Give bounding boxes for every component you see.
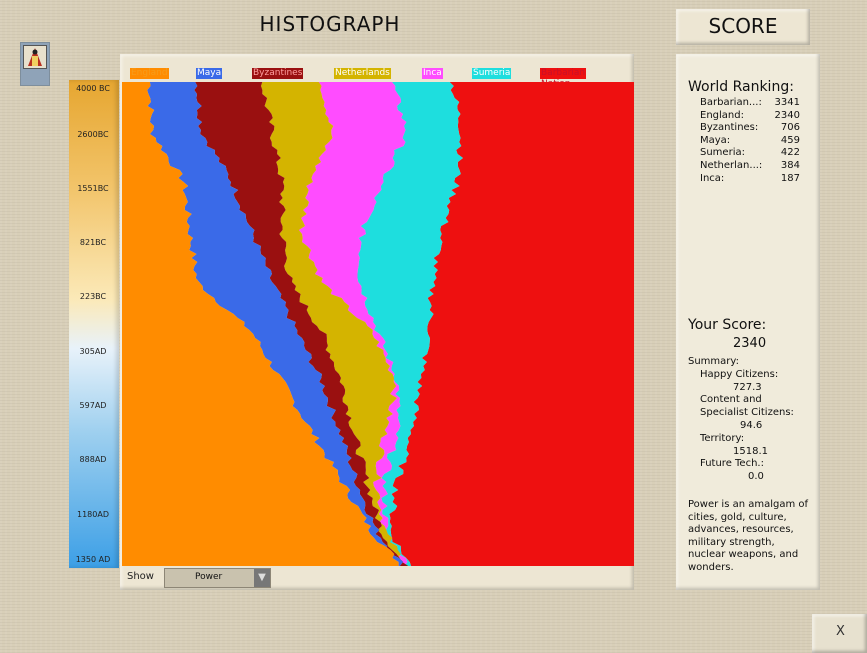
- happy-value: 727.3: [733, 382, 762, 393]
- legend-entry: Netherlands: [334, 68, 391, 79]
- ranking-name: Sumeria:: [700, 147, 745, 159]
- summary-label: Summary:: [688, 356, 739, 367]
- power-description: Power is an amalgam of cities, gold, cul…: [688, 499, 809, 573]
- ranking-name: Inca:: [700, 172, 725, 184]
- histograph-chart: [122, 82, 634, 566]
- ranking-value: 187: [780, 172, 800, 184]
- show-dropdown-value: Power: [195, 572, 223, 582]
- timeline-tick: 1551BC: [77, 184, 109, 193]
- territory-value: 1518.1: [733, 446, 768, 457]
- future-tech-label: Future Tech.:: [700, 458, 764, 469]
- your-score-value: 2340: [733, 336, 767, 351]
- legend-entry: England: [130, 68, 169, 79]
- legend-entry: Byzantines: [252, 68, 304, 79]
- future-tech-value: 0.0: [748, 471, 764, 482]
- timeline-bar: 4000 BC 2600BC 1551BC 821BC 223BC 305AD 597AD 8…: [69, 80, 119, 568]
- ranking-row: Netherlan...: 384: [700, 160, 800, 173]
- advisor-icon[interactable]: [20, 42, 50, 86]
- timeline-tick: 1180AD: [77, 510, 109, 519]
- world-ranking-title: World Ranking:: [688, 79, 794, 95]
- ranking-value: 459: [780, 134, 800, 146]
- ranking-row: Inca: 187: [700, 173, 800, 186]
- ranking-row: Maya: 459: [700, 135, 800, 148]
- timeline-tick: 597AD: [79, 401, 107, 410]
- legend-entry: Sumeria: [472, 68, 512, 79]
- content-value: 94.6: [740, 420, 763, 431]
- timeline-tick: 305AD: [79, 347, 107, 356]
- show-dropdown[interactable]: Power ▼: [164, 568, 271, 588]
- timeline-tick: 223BC: [79, 292, 107, 301]
- territory-label: Territory:: [700, 433, 745, 444]
- chevron-down-icon[interactable]: ▼: [254, 569, 270, 587]
- happy-label: Happy Citizens:: [700, 369, 779, 380]
- ranking-value: 2340: [774, 109, 800, 121]
- ranking-name: England:: [700, 109, 744, 121]
- content-label: Content and: [700, 394, 762, 405]
- ranking-name: Netherlan...:: [700, 160, 763, 171]
- timeline-tick: 1350 AD: [75, 555, 111, 564]
- show-label: Show: [127, 571, 154, 582]
- ranking-row: Sumeria: 422: [700, 147, 800, 160]
- ranking-value: 422: [780, 147, 800, 159]
- close-button[interactable]: X: [812, 614, 867, 653]
- ranking-value: 3341: [774, 97, 800, 108]
- ranking-name: Byzantines:: [700, 122, 759, 134]
- close-icon[interactable]: X: [836, 624, 845, 639]
- legend-entry: Barbarian Nation: [540, 68, 587, 89]
- ranking-row: England: 2340: [700, 110, 800, 123]
- ranking-value: 706: [780, 122, 800, 134]
- histograph-title: HISTOGRAPH: [259, 12, 401, 36]
- your-score-title: Your Score:: [688, 317, 767, 333]
- timeline-tick: 821BC: [79, 238, 107, 247]
- timeline-tick: 2600BC: [77, 130, 109, 139]
- ranking-row: Byzantines: 706: [700, 122, 800, 135]
- legend-entry: Maya: [196, 68, 223, 79]
- ranking-name: Maya:: [700, 134, 731, 146]
- ranking-name: Barbarian...:: [700, 97, 762, 108]
- specialist-label: Specialist Citizens:: [700, 407, 794, 418]
- ranking-value: 384: [780, 160, 800, 171]
- advisor-figure-icon: [23, 45, 47, 69]
- score-title: SCORE: [708, 14, 778, 38]
- timeline-tick: 4000 BC: [76, 84, 110, 93]
- ranking-row: Barbarian...: 3341: [700, 97, 800, 110]
- legend-entry: Inca: [422, 68, 443, 79]
- timeline-tick: 888AD: [79, 455, 107, 464]
